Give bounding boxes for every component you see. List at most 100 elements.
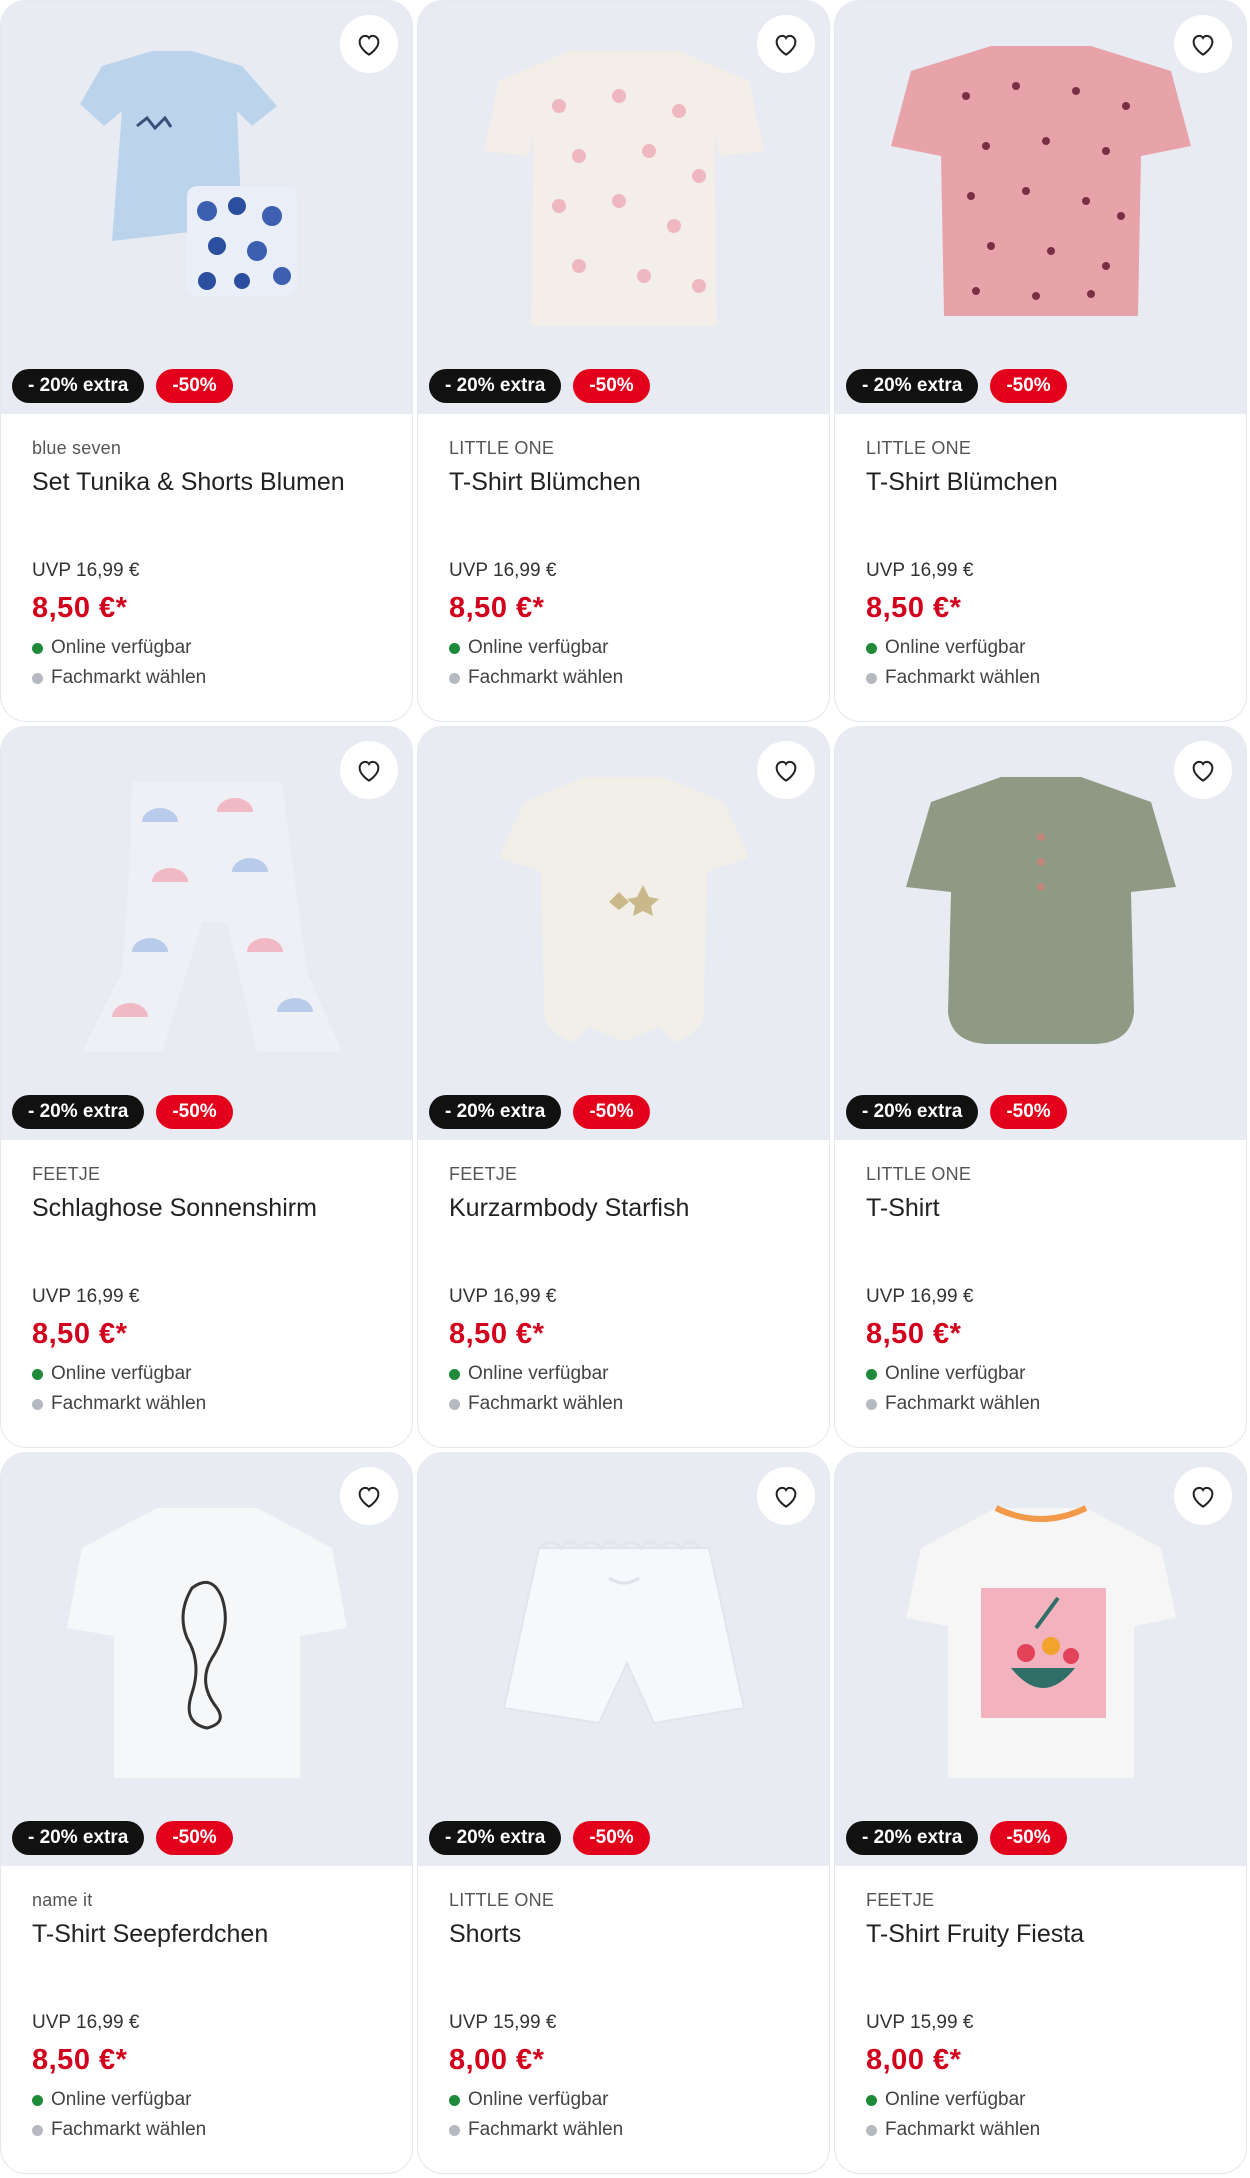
product-title[interactable]: Schlaghose Sonnenshirm bbox=[32, 1194, 412, 1226]
product-card[interactable]: - 20% extra -50% LITTLE ONE Shorts UVP 1… bbox=[417, 1452, 830, 2174]
sale-badge: -50% bbox=[990, 1821, 1067, 1855]
product-brand: LITTLE ONE bbox=[866, 1164, 972, 1184]
product-image[interactable] bbox=[876, 752, 1206, 1082]
product-info: FEETJE Schlaghose Sonnenshirm UVP 16,99 … bbox=[1, 1140, 412, 1415]
favorite-button[interactable] bbox=[340, 741, 398, 799]
favorite-button[interactable] bbox=[757, 1467, 815, 1525]
store-selector-text[interactable]: Fachmarkt wählen bbox=[468, 667, 623, 689]
store-selector[interactable]: Fachmarkt wählen bbox=[449, 2119, 829, 2141]
store-selector[interactable]: Fachmarkt wählen bbox=[866, 667, 1246, 689]
store-selector[interactable]: Fachmarkt wählen bbox=[449, 667, 829, 689]
favorite-button[interactable] bbox=[340, 1467, 398, 1525]
store-selector[interactable]: Fachmarkt wählen bbox=[32, 2119, 412, 2141]
product-card[interactable]: - 20% extra -50% LITTLE ONE T-Shirt Blüm… bbox=[417, 0, 830, 722]
product-image-area[interactable]: - 20% extra -50% bbox=[418, 1, 829, 414]
badge-row: - 20% extra -50% bbox=[12, 369, 233, 403]
product-image-area[interactable]: - 20% extra -50% bbox=[1, 1453, 412, 1866]
badge-row: - 20% extra -50% bbox=[429, 1095, 650, 1129]
online-availability-text: Online verfügbar bbox=[468, 1363, 609, 1384]
product-brand: FEETJE bbox=[866, 1890, 935, 1910]
product-price: 8,50 €* bbox=[449, 1318, 545, 1350]
product-image[interactable] bbox=[42, 1478, 372, 1808]
product-uvp: UVP 16,99 € bbox=[32, 1286, 140, 1307]
store-selector-text[interactable]: Fachmarkt wählen bbox=[885, 1393, 1040, 1415]
store-selector-text[interactable]: Fachmarkt wählen bbox=[51, 667, 206, 689]
product-uvp: UVP 15,99 € bbox=[449, 2012, 557, 2033]
product-image-area[interactable]: - 20% extra -50% bbox=[835, 1453, 1246, 1866]
extra-discount-badge: - 20% extra bbox=[846, 1821, 979, 1855]
store-selector-text[interactable]: Fachmarkt wählen bbox=[468, 1393, 623, 1415]
extra-discount-badge: - 20% extra bbox=[846, 1095, 979, 1129]
badge-row: - 20% extra -50% bbox=[429, 369, 650, 403]
product-image[interactable] bbox=[876, 26, 1206, 356]
availability-dot-icon bbox=[32, 642, 43, 654]
heart-icon bbox=[775, 1486, 797, 1508]
product-price: 8,50 €* bbox=[866, 1318, 962, 1350]
favorite-button[interactable] bbox=[757, 741, 815, 799]
store-selector[interactable]: Fachmarkt wählen bbox=[32, 667, 412, 689]
store-selector-text[interactable]: Fachmarkt wählen bbox=[51, 2119, 206, 2141]
extra-discount-badge: - 20% extra bbox=[12, 369, 145, 403]
favorite-button[interactable] bbox=[1174, 741, 1232, 799]
store-selector-text[interactable]: Fachmarkt wählen bbox=[468, 2119, 623, 2141]
availability-dot-icon bbox=[449, 2094, 460, 2106]
online-availability-text: Online verfügbar bbox=[885, 637, 1026, 658]
product-title[interactable]: T-Shirt Seepferdchen bbox=[32, 1920, 412, 1952]
product-card[interactable]: - 20% extra -50% LITTLE ONE T-Shirt UVP … bbox=[834, 726, 1247, 1448]
store-selector-text[interactable]: Fachmarkt wählen bbox=[885, 667, 1040, 689]
favorite-button[interactable] bbox=[1174, 1467, 1232, 1525]
product-image[interactable] bbox=[459, 752, 789, 1082]
favorite-button[interactable] bbox=[340, 15, 398, 73]
product-title[interactable]: T-Shirt bbox=[866, 1194, 1246, 1226]
product-card[interactable]: - 20% extra -50% FEETJE T-Shirt Fruity F… bbox=[834, 1452, 1247, 2174]
product-image[interactable] bbox=[42, 26, 372, 356]
store-selector-text[interactable]: Fachmarkt wählen bbox=[885, 2119, 1040, 2141]
store-selector[interactable]: Fachmarkt wählen bbox=[32, 1393, 412, 1415]
product-image[interactable] bbox=[42, 752, 372, 1082]
product-info: LITTLE ONE T-Shirt Blümchen UVP 16,99 € … bbox=[835, 414, 1246, 689]
product-title[interactable]: Set Tunika & Shorts Blumen bbox=[32, 468, 412, 500]
store-selector-text[interactable]: Fachmarkt wählen bbox=[51, 1393, 206, 1415]
favorite-button[interactable] bbox=[757, 15, 815, 73]
product-uvp: UVP 16,99 € bbox=[866, 560, 974, 581]
store-selector[interactable]: Fachmarkt wählen bbox=[866, 2119, 1246, 2141]
extra-discount-badge: - 20% extra bbox=[12, 1821, 145, 1855]
product-image-area[interactable]: - 20% extra -50% bbox=[835, 1, 1246, 414]
product-image-area[interactable]: - 20% extra -50% bbox=[835, 727, 1246, 1140]
product-image-area[interactable]: - 20% extra -50% bbox=[1, 1, 412, 414]
store-selector[interactable]: Fachmarkt wählen bbox=[449, 1393, 829, 1415]
product-title[interactable]: Kurzarmbody Starfish bbox=[449, 1194, 829, 1226]
product-card[interactable]: - 20% extra -50% FEETJE Kurzarmbody Star… bbox=[417, 726, 830, 1448]
product-card[interactable]: - 20% extra -50% LITTLE ONE T-Shirt Blüm… bbox=[834, 0, 1247, 722]
product-brand: FEETJE bbox=[32, 1164, 101, 1184]
store-dot-icon bbox=[866, 2124, 877, 2136]
online-availability: Online verfügbar bbox=[32, 637, 412, 659]
heart-icon bbox=[1192, 34, 1214, 56]
store-dot-icon bbox=[449, 672, 460, 684]
online-availability: Online verfügbar bbox=[449, 1363, 829, 1385]
product-image[interactable] bbox=[459, 26, 789, 356]
online-availability: Online verfügbar bbox=[866, 637, 1246, 659]
product-image-area[interactable]: - 20% extra -50% bbox=[418, 1453, 829, 1866]
store-selector[interactable]: Fachmarkt wählen bbox=[866, 1393, 1246, 1415]
product-image[interactable] bbox=[876, 1478, 1206, 1808]
badge-row: - 20% extra -50% bbox=[12, 1095, 233, 1129]
product-image-area[interactable]: - 20% extra -50% bbox=[418, 727, 829, 1140]
product-title[interactable]: Shorts bbox=[449, 1920, 829, 1952]
product-price: 8,50 €* bbox=[32, 1318, 128, 1350]
product-info: LITTLE ONE Shorts UVP 15,99 € 8,00 €* On… bbox=[418, 1866, 829, 2141]
product-title[interactable]: T-Shirt Blümchen bbox=[449, 468, 829, 500]
product-image[interactable] bbox=[459, 1478, 789, 1808]
product-title[interactable]: T-Shirt Blümchen bbox=[866, 468, 1246, 500]
product-image-area[interactable]: - 20% extra -50% bbox=[1, 727, 412, 1140]
online-availability-text: Online verfügbar bbox=[468, 2089, 609, 2110]
product-card[interactable]: - 20% extra -50% FEETJE Schlaghose Sonne… bbox=[0, 726, 413, 1448]
product-card[interactable]: - 20% extra -50% blue seven Set Tunika &… bbox=[0, 0, 413, 722]
sale-badge: -50% bbox=[573, 1095, 650, 1129]
favorite-button[interactable] bbox=[1174, 15, 1232, 73]
store-dot-icon bbox=[32, 672, 43, 684]
product-title[interactable]: T-Shirt Fruity Fiesta bbox=[866, 1920, 1246, 1952]
product-card[interactable]: - 20% extra -50% name it T-Shirt Seepfer… bbox=[0, 1452, 413, 2174]
badge-row: - 20% extra -50% bbox=[846, 369, 1067, 403]
product-brand: name it bbox=[32, 1890, 93, 1910]
